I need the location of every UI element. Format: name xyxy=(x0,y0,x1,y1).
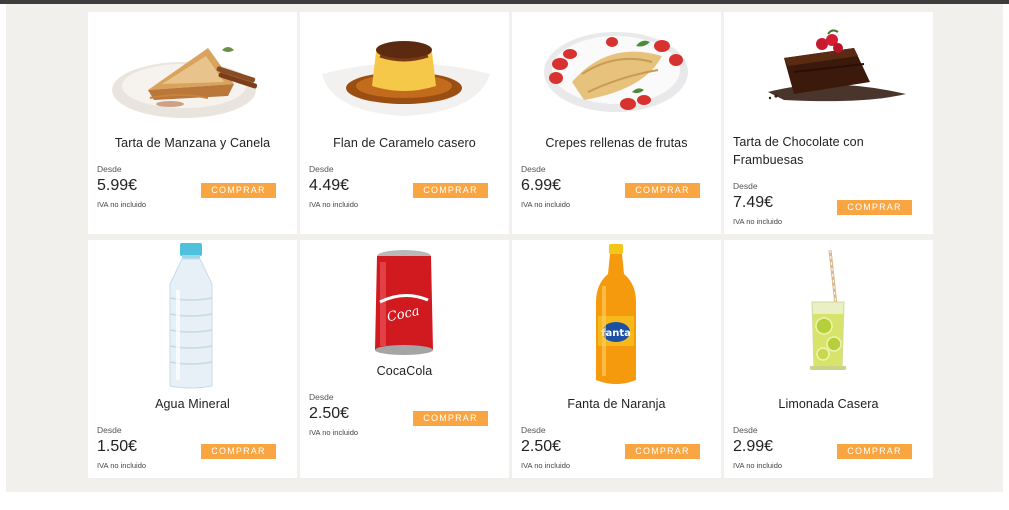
product-price: 2.50€ xyxy=(521,438,562,455)
buy-button[interactable]: COMPRAR xyxy=(625,444,700,459)
product-price: 2.99€ xyxy=(733,438,774,455)
product-card[interactable]: Agua Mineral Desde 1.50€ IVA no incluido… xyxy=(88,240,297,478)
buy-button[interactable]: COMPRAR xyxy=(201,444,276,459)
product-card[interactable]: Flan de Caramelo casero Desde 4.49€ IVA … xyxy=(300,12,509,234)
price-from-label: Desde xyxy=(97,164,122,174)
price-from-label: Desde xyxy=(521,164,546,174)
product-name[interactable]: Tarta de Manzana y Canela xyxy=(88,136,297,150)
apple-tart-icon xyxy=(88,12,297,132)
price-from-label: Desde xyxy=(97,425,122,435)
buy-button[interactable]: COMPRAR xyxy=(837,444,912,459)
tax-note: IVA no incluido xyxy=(97,200,147,209)
cola-can-icon: Coca xyxy=(300,240,509,360)
tax-note: IVA no incluido xyxy=(309,200,359,209)
product-price: 4.49€ xyxy=(309,177,350,194)
product-price: 1.50€ xyxy=(97,438,138,455)
tax-note: IVA no incluido xyxy=(521,200,571,209)
water-bottle-icon xyxy=(88,240,297,390)
chocolate-cake-icon xyxy=(724,12,933,132)
buy-button[interactable]: COMPRAR xyxy=(413,183,488,198)
crepes-icon xyxy=(512,12,721,132)
tax-note: IVA no incluido xyxy=(521,461,571,470)
tax-note: IVA no incluido xyxy=(733,217,783,226)
product-card[interactable]: fanta Fanta de Naranja Desde 2.50€ IVA n… xyxy=(512,240,721,478)
orange-soda-icon: fanta xyxy=(512,240,721,390)
buy-button[interactable]: COMPRAR xyxy=(201,183,276,198)
product-name[interactable]: Fanta de Naranja xyxy=(512,397,721,411)
lemonade-icon xyxy=(724,240,933,390)
tax-note: IVA no incluido xyxy=(309,428,359,437)
product-card[interactable]: Tarta de Manzana y Canela Desde 5.99€ IV… xyxy=(88,12,297,234)
product-card[interactable]: Limonada Casera Desde 2.99€ IVA no inclu… xyxy=(724,240,933,478)
product-price: 2.50€ xyxy=(309,405,350,422)
product-price: 5.99€ xyxy=(97,177,138,194)
product-name[interactable]: Tarta de Chocolate con Frambuesas xyxy=(733,133,918,169)
buy-button[interactable]: COMPRAR xyxy=(625,183,700,198)
product-card[interactable]: Coca CocaCola Desde 2.50€ IVA no incluid… xyxy=(300,240,509,478)
product-price: 7.49€ xyxy=(733,194,774,211)
flan-icon xyxy=(300,12,509,132)
product-name[interactable]: Flan de Caramelo casero xyxy=(300,136,509,150)
price-from-label: Desde xyxy=(309,392,334,402)
product-price: 6.99€ xyxy=(521,177,562,194)
tax-note: IVA no incluido xyxy=(733,461,783,470)
price-from-label: Desde xyxy=(733,425,758,435)
price-from-label: Desde xyxy=(521,425,546,435)
product-card[interactable]: Tarta de Chocolate con Frambuesas Desde … xyxy=(724,12,933,234)
product-name[interactable]: Crepes rellenas de frutas xyxy=(512,136,721,150)
product-name[interactable]: Limonada Casera xyxy=(724,397,933,411)
buy-button[interactable]: COMPRAR xyxy=(413,411,488,426)
price-from-label: Desde xyxy=(733,181,758,191)
product-name[interactable]: Agua Mineral xyxy=(88,397,297,411)
product-card[interactable]: Crepes rellenas de frutas Desde 6.99€ IV… xyxy=(512,12,721,234)
buy-button[interactable]: COMPRAR xyxy=(837,200,912,215)
price-from-label: Desde xyxy=(309,164,334,174)
product-name[interactable]: CocaCola xyxy=(300,364,509,378)
tax-note: IVA no incluido xyxy=(97,461,147,470)
